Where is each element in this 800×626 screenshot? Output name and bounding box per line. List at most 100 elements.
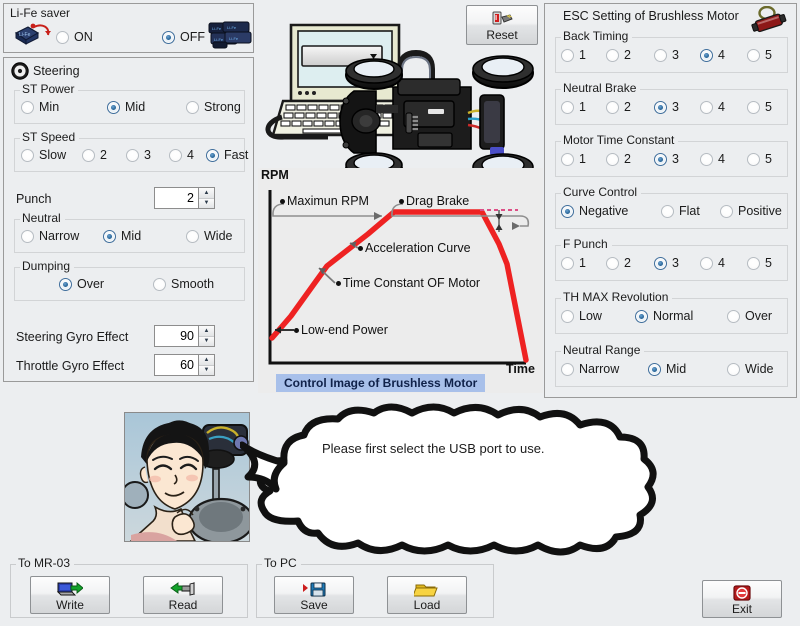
radio-dot [103,229,116,243]
group-st-speed: ST Speed Slow 2 3 4 Fast [14,131,248,172]
st-speed-radio-4[interactable]: 4 [169,148,194,162]
radio-dot [700,256,713,270]
read-button[interactable]: Read [143,576,223,614]
battery-pack-icon: Li-Fe Li-Fe Li-Fe Li-Fe [207,20,253,52]
radio-dot [561,309,574,323]
radio-label: Over [77,277,105,291]
radio-label: Strong [204,100,241,114]
f-punch-radio-2[interactable]: 2 [606,256,631,270]
steering-gyro-value[interactable]: 90 [154,325,198,347]
radio-dot [654,100,667,114]
neutral-brake-radio-5[interactable]: 5 [747,100,772,114]
steering-gyro-stepper[interactable]: 90 ▲ ▼ [154,325,215,347]
punch-value[interactable]: 2 [154,187,198,209]
f-punch-radio-5[interactable]: 5 [747,256,772,270]
spin-down-icon[interactable]: ▼ [199,336,214,346]
radio-dot [661,204,674,218]
f-punch-radio-4[interactable]: 4 [700,256,725,270]
neutral-brake-radio-1[interactable]: 1 [561,100,586,114]
motor-time-constant-radio-4[interactable]: 4 [700,152,725,166]
save-button[interactable]: Save [274,576,354,614]
load-button[interactable]: Load [387,576,467,614]
radio-label: Mid [125,100,146,114]
neutral-brake-radio-3[interactable]: 3 [654,100,679,114]
f-punch-radio-3[interactable]: 3 [654,256,679,270]
speech-bubble-svg [238,403,657,556]
back-timing-radio-4[interactable]: 4 [700,48,725,62]
th-max-revolution-radio-over[interactable]: Over [727,309,772,323]
throttle-gyro-spin-buttons[interactable]: ▲ ▼ [198,354,215,376]
throttle-gyro-stepper[interactable]: 60 ▲ ▼ [154,354,215,376]
back-timing-radio-2[interactable]: 2 [606,48,631,62]
spin-up-icon[interactable]: ▲ [199,355,214,366]
th-max-revolution-radio-normal[interactable]: Normal [635,309,693,323]
read-from-device-icon [170,580,196,598]
spin-up-icon[interactable]: ▲ [199,326,214,337]
back-timing-radio-1[interactable]: 1 [561,48,586,62]
lifesaver-radio-off[interactable]: OFF [162,30,205,44]
throttle-gyro-value[interactable]: 60 [154,354,198,376]
rc-car-illustration-svg [265,23,534,187]
punch-spin-buttons[interactable]: ▲ ▼ [198,187,215,209]
chart-annotation-time-constant: Time Constant OF Motor [336,276,480,290]
steering-header: Steering [11,62,80,80]
motor-time-constant-radio-1[interactable]: 1 [561,152,586,166]
write-button[interactable]: Write [30,576,110,614]
st-power-radio-mid[interactable]: Mid [107,100,145,114]
radio-dot [747,152,760,166]
back-timing-radio-3[interactable]: 3 [654,48,679,62]
group-f-punch: F Punch 1 2 3 4 5 [555,238,788,281]
annot-bullet [358,245,363,251]
spin-down-icon[interactable]: ▼ [199,198,214,208]
steering-gyro-spin-buttons[interactable]: ▲ ▼ [198,325,215,347]
st-speed-radio-slow[interactable]: Slow [21,148,66,162]
dumping-radio-over[interactable]: Over [59,277,104,291]
radio-label: 1 [579,100,586,114]
back-timing-radio-5[interactable]: 5 [747,48,772,62]
radio-label: 1 [579,48,586,62]
neutral-range-radio-wide[interactable]: Wide [727,362,773,376]
motor-time-constant-radio-3[interactable]: 3 [654,152,679,166]
radio-dot [186,100,199,114]
radio-label: 5 [765,256,772,270]
punch-stepper[interactable]: 2 ▲ ▼ [154,187,215,209]
chart-annotation-acceleration-curve: Acceleration Curve [358,241,471,255]
annot-bullet [294,327,299,333]
st-speed-radio-3[interactable]: 3 [126,148,151,162]
group-legend: F Punch [561,238,612,251]
radio-dot [654,152,667,166]
radio-label: Negative [579,204,629,218]
st-power-radio-min[interactable]: Min [21,100,59,114]
neutral-brake-radio-2[interactable]: 2 [606,100,631,114]
chart-annotation-maximum-rpm: Maximun RPM [280,194,369,208]
curve-control-radio-negative[interactable]: Negative [561,204,628,218]
radio-label: 2 [624,256,631,270]
exit-button[interactable]: Exit [702,580,782,618]
motor-time-constant-radio-2[interactable]: 2 [606,152,631,166]
neutral-radio-mid[interactable]: Mid [103,229,141,243]
radio-dot [747,256,760,270]
st-speed-radio-2[interactable]: 2 [82,148,107,162]
neutral-radio-narrow[interactable]: Narrow [21,229,79,243]
radio-dot [648,362,661,376]
group-neutral-range: Neutral Range Narrow Mid Wide [555,344,788,387]
radio-dot [162,30,175,44]
group-legend: ST Power [20,83,79,96]
f-punch-radio-1[interactable]: 1 [561,256,586,270]
spin-down-icon[interactable]: ▼ [199,365,214,375]
motor-time-constant-radio-5[interactable]: 5 [747,152,772,166]
st-speed-radio-fast[interactable]: Fast [206,148,248,162]
radio-dot [720,204,733,218]
neutral-range-radio-narrow[interactable]: Narrow [561,362,619,376]
th-max-revolution-radio-low[interactable]: Low [561,309,602,323]
lifesaver-radio-on[interactable]: ON [56,30,93,44]
st-power-radio-strong[interactable]: Strong [186,100,241,114]
curve-control-radio-positive[interactable]: Positive [720,204,782,218]
neutral-range-radio-mid[interactable]: Mid [648,362,686,376]
spin-up-icon[interactable]: ▲ [199,188,214,199]
neutral-brake-radio-4[interactable]: 4 [700,100,725,114]
dumping-radio-smooth[interactable]: Smooth [153,277,214,291]
curve-control-radio-flat[interactable]: Flat [661,204,700,218]
neutral-radio-wide[interactable]: Wide [186,229,232,243]
radio-label: ON [74,30,93,44]
